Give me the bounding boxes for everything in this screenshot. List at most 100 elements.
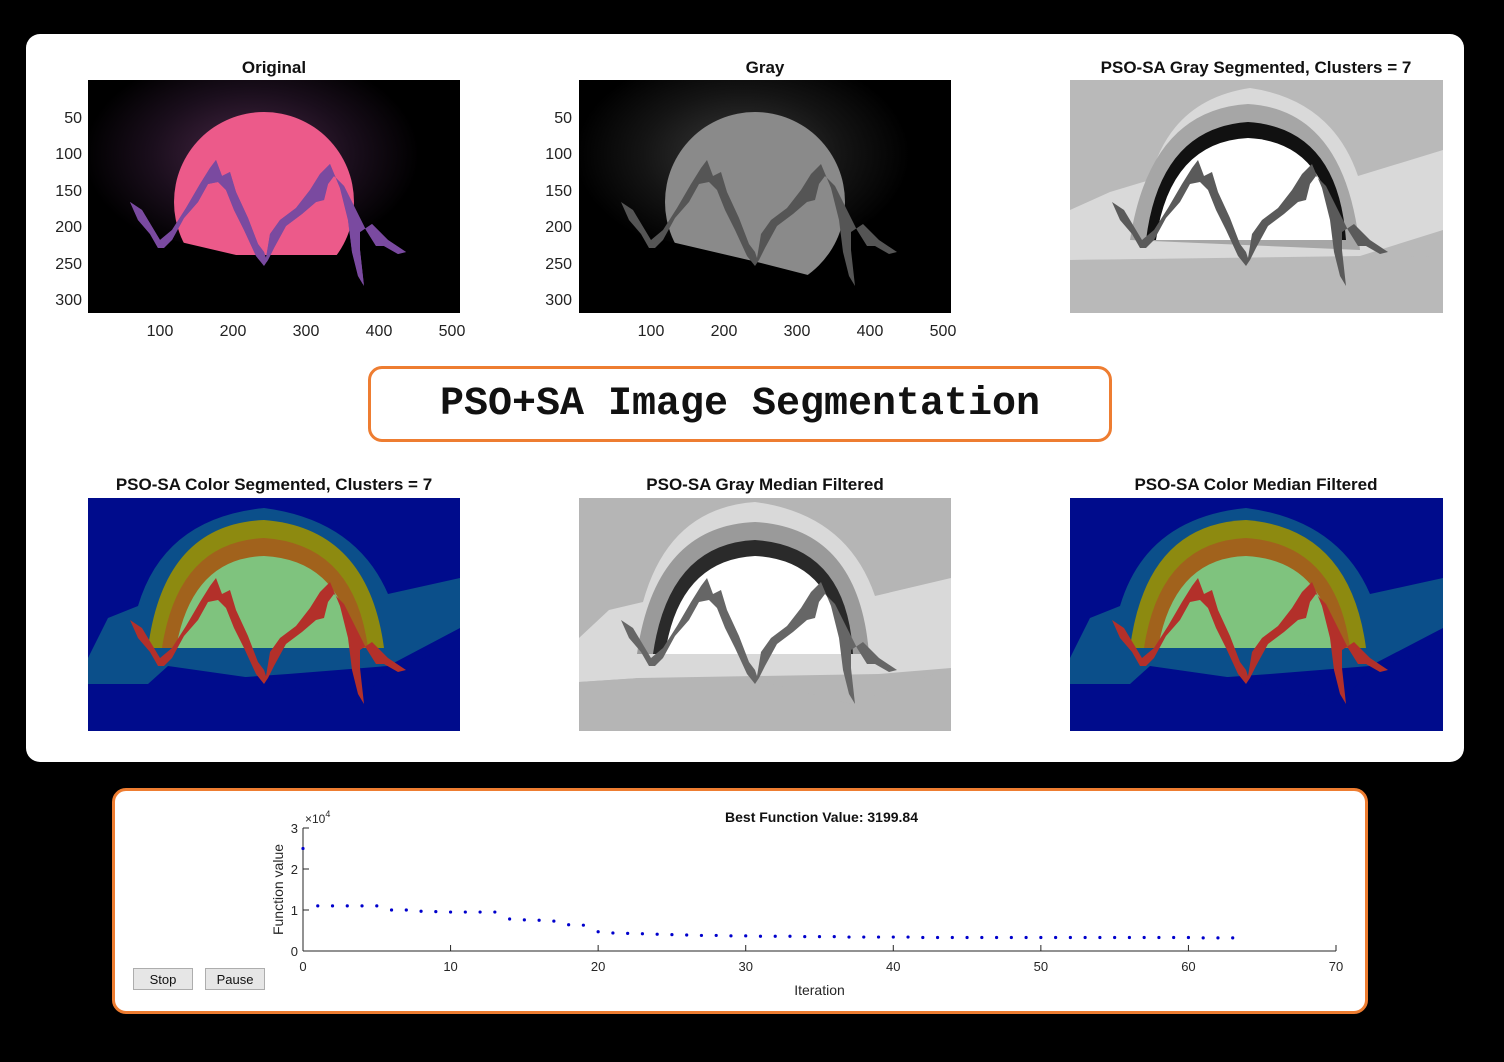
image-color-segmented [88,498,460,731]
data-point [788,934,792,938]
data-point [950,935,954,940]
image-color-median [1070,498,1443,731]
x-tick: 500 [438,323,466,340]
data-point [389,908,394,912]
data-point [596,930,600,934]
y-tick: 250 [55,256,82,273]
banner-text: PSO+SA Image Segmentation [439,381,1041,427]
x-tick: 100 [146,323,174,340]
convergence-chart: 0 10 20 30 40 50 60 70 0 1 2 3 ×104 Best Function Val… [270,809,1343,998]
subplot-title-gray-median: PSO-SA Gray Median Filtered [646,475,884,494]
x-tick-label: 0 [299,959,306,974]
data-point [1216,936,1220,940]
y-tick: 100 [545,146,572,163]
data-point [345,904,349,908]
y-tick-label: 3 [291,821,298,836]
data-point [1009,935,1013,940]
data-point [1231,936,1235,940]
data-point [434,910,438,914]
x-tick-label: 10 [443,959,457,974]
x-tick: 500 [929,323,957,340]
x-tick-label: 60 [1181,959,1195,974]
data-point [537,918,541,922]
data-point [581,923,585,927]
data-point [448,910,453,914]
image-gray-segmented [1070,80,1443,313]
y-tick: 100 [55,146,82,163]
x-tick: 100 [637,323,665,340]
data-point [862,935,866,939]
data-point [744,934,748,938]
title-banner: PSO+SA Image Segmentation [368,366,1112,442]
y-tick: 200 [55,219,82,236]
optimization-plot-panel: 0 10 20 30 40 50 60 70 0 1 2 3 ×104 Best Function Val… [112,788,1368,1014]
x-tick-label: 70 [1329,959,1343,974]
y-tick-label: 1 [291,903,298,918]
data-point [1186,935,1191,940]
data-point [567,923,571,927]
stop-button[interactable]: Stop [133,968,193,990]
x-tick: 400 [856,323,884,340]
y-tick: 150 [55,183,82,200]
y-tick: 200 [545,219,572,236]
x-tick-label: 50 [1034,959,1048,974]
y-tick: 300 [545,292,572,309]
y-tick-label: 2 [291,862,298,877]
y-tick: 250 [545,256,572,273]
data-point [611,931,615,935]
data-point [316,904,320,908]
y-tick-label: 0 [291,944,298,959]
x-tick-label: 40 [886,959,900,974]
data-point [404,908,408,912]
data-point [493,910,497,914]
data-point [508,917,512,921]
image-gray [579,80,951,313]
image-original [88,80,460,313]
data-point [1201,936,1205,940]
y-exponent-label: ×104 [305,809,330,826]
y-tick: 300 [55,292,82,309]
chart-title: Best Function Value: 3199.84 [725,809,918,825]
data-point [817,935,822,939]
data-point [330,904,335,908]
subplot-title-color-median: PSO-SA Color Median Filtered [1134,475,1378,494]
data-point [876,935,881,939]
data-point [1127,935,1131,940]
subplot-title-gray: Gray [745,58,785,77]
x-tick: 300 [292,323,320,340]
subplot-title-gray-segmented: PSO-SA Gray Segmented, Clusters = 7 [1100,58,1412,77]
data-point [994,935,999,940]
data-point [803,935,807,939]
data-point [965,935,969,940]
data-point [1098,935,1102,940]
data-point [1172,935,1176,940]
data-point [773,934,777,938]
data-point [522,918,526,922]
data-point [935,935,940,940]
x-tick: 300 [783,323,811,340]
x-tick: 400 [365,323,393,340]
data-point [670,933,674,937]
data-point [375,904,379,908]
data-point [891,935,895,939]
data-point [685,933,689,937]
pause-button[interactable]: Pause [205,968,265,990]
x-tick: 200 [219,323,247,340]
y-tick: 50 [64,110,82,127]
data-point [758,934,763,938]
data-point [1024,935,1028,940]
data-point [714,933,718,938]
x-tick: 200 [710,323,738,340]
data-point [640,932,645,936]
data-point [832,935,836,939]
data-point [552,919,556,923]
data-point [301,846,305,851]
data-point [847,935,851,939]
data-point [906,935,910,939]
data-point [419,909,423,913]
data-point [1157,935,1161,940]
data-point [729,934,733,938]
data-point [1142,935,1146,940]
x-axis-title: Iteration [794,982,845,998]
data-point [1083,935,1087,940]
